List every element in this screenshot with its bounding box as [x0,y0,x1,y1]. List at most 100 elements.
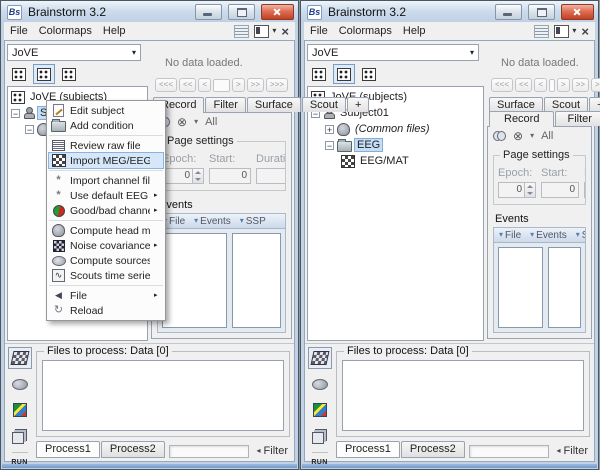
events-file-menu[interactable]: ▾File [163,216,185,227]
nav-first-button[interactable]: <<< [491,78,513,92]
menu-colormaps[interactable]: Colormaps [339,24,397,38]
spinner-buttons[interactable] [524,183,535,197]
process-stacks-button[interactable] [308,425,332,447]
sort-by-conditions-button[interactable] [358,64,380,84]
page-number-input[interactable] [213,79,230,92]
nav-prev-button[interactable]: < [534,78,547,92]
titlebar[interactable]: Bs Brainstorm 3.2 [301,1,598,22]
tab-add[interactable]: + [347,97,369,112]
tab-record[interactable]: Record [489,111,554,127]
window-arrangement-icon[interactable] [254,25,269,38]
events-occurrence-list[interactable] [548,247,581,328]
tree-expander[interactable]: − [11,109,20,118]
process-stacks-button[interactable] [8,425,32,447]
menu-help[interactable]: Help [403,24,431,38]
process-volume-button[interactable] [308,399,332,421]
close-button[interactable] [261,4,294,20]
events-events-menu[interactable]: ▾Events [194,216,231,227]
minimize-button[interactable] [195,4,222,20]
menu-item-import-meg-eeg[interactable]: Import MEG/EEG [49,153,163,168]
tree-expander[interactable]: + [325,125,334,134]
tree-item-common-files[interactable]: + (Common files) [308,121,483,137]
menu-item-review-raw-file[interactable]: Review raw file [49,138,163,153]
menu-help[interactable]: Help [103,24,131,38]
menu-item-edit-subject[interactable]: Edit subject [49,103,163,118]
epoch-field[interactable]: 0 [162,168,204,184]
tree-item-eeg[interactable]: − EEG [308,137,483,153]
tab-filter[interactable]: Filter [205,97,245,112]
menu-file[interactable]: File [310,24,333,38]
menu-item-compute-head-model[interactable]: Compute head model [49,223,163,238]
tab-scout[interactable]: Scout [544,97,588,112]
window-arrangement-icon[interactable] [554,25,569,38]
menu-item-use-default-eeg-cap[interactable]: * Use default EEG cap ▸ [49,188,163,203]
sort-by-conditions-button[interactable] [58,64,80,84]
menu-file[interactable]: File [10,24,33,38]
events-events-menu[interactable]: ▾Events [530,230,567,241]
files-to-process-list[interactable] [42,360,284,431]
nav-prev-button[interactable]: < [198,78,211,92]
spinner-buttons[interactable] [192,169,203,183]
menu-colormaps[interactable]: Colormaps [39,24,97,38]
events-occurrence-list[interactable] [232,233,281,328]
menu-item-file[interactable]: ◀ File ▸ [49,288,163,303]
files-to-process-list[interactable] [342,360,584,431]
menu-item-scouts-time-series[interactable]: ∿ Scouts time series [49,268,163,283]
nav-next-button[interactable]: > [557,78,570,92]
menu-item-add-condition[interactable]: Add condition [49,118,163,133]
tab-surface[interactable]: Surface [489,97,543,112]
layout-options-icon[interactable] [534,25,549,38]
filter-field[interactable] [169,445,249,458]
tab-process2[interactable]: Process2 [101,441,165,458]
epoch-field[interactable]: 0 [498,182,536,198]
tree-expander[interactable]: − [325,141,334,150]
minimize-button[interactable] [495,4,522,20]
process-sources-button[interactable] [8,373,32,395]
sort-by-subjects-button[interactable] [333,64,355,84]
tree-expander[interactable]: − [25,125,34,134]
nav-last-button[interactable]: >>> [591,78,600,92]
filter-toggle[interactable]: ◂ Filter [257,445,288,457]
nav-next-page-button[interactable]: >> [572,78,589,92]
montage-all-label[interactable]: All [541,130,553,142]
run-button[interactable]: RUN [11,459,27,466]
tab-filter[interactable]: Filter [555,111,600,126]
protocol-dropdown[interactable]: JoVE ▾ [307,44,479,61]
close-figures-icon[interactable]: × [281,25,289,38]
process-data-button[interactable] [308,347,332,369]
menu-item-reload[interactable]: ↻ Reload [49,303,163,318]
process-data-button[interactable] [8,347,32,369]
duration-field[interactable]: 0 [584,182,585,198]
events-ssp-menu[interactable]: ▾SSP [576,230,585,241]
close-button[interactable] [561,4,594,20]
sort-by-subjects-button[interactable] [33,64,55,84]
tab-surface[interactable]: Surface [247,97,301,112]
protocol-dropdown[interactable]: JoVE ▾ [7,44,141,61]
record-marker-icon[interactable]: ⊗ [513,130,523,142]
process-volume-button[interactable] [8,399,32,421]
run-button[interactable]: RUN [311,459,327,466]
titlebar[interactable]: Bs Brainstorm 3.2 [1,1,298,22]
menu-item-good-bad-channels[interactable]: Good/bad channels ▸ [49,203,163,218]
record-marker-icon[interactable]: ⊗ [177,116,187,128]
chevron-down-icon[interactable]: ▾ [272,27,276,35]
montage-all-label[interactable]: All [205,116,217,128]
sort-by-anatomy-button[interactable] [8,64,30,84]
chevron-down-icon[interactable]: ▾ [530,132,534,140]
duration-field[interactable]: 0 [256,168,285,184]
start-field[interactable]: 0 [541,182,579,198]
tab-process1[interactable]: Process1 [336,441,400,458]
events-ssp-menu[interactable]: ▾SSP [240,216,266,227]
maximize-button[interactable] [228,4,255,20]
filter-toggle[interactable]: ◂ Filter [557,445,588,457]
close-figures-icon[interactable]: × [581,25,589,38]
process-sources-button[interactable] [308,373,332,395]
menu-item-compute-sources[interactable]: Compute sources [49,253,163,268]
filter-field[interactable] [469,445,549,458]
nav-prev-page-button[interactable]: << [515,78,532,92]
sort-by-anatomy-button[interactable] [308,64,330,84]
tab-process1[interactable]: Process1 [36,441,100,458]
tab-scout[interactable]: Scout [302,97,346,112]
menu-item-import-channel-file[interactable]: * Import channel file [49,173,163,188]
tab-add[interactable]: + [589,97,600,112]
